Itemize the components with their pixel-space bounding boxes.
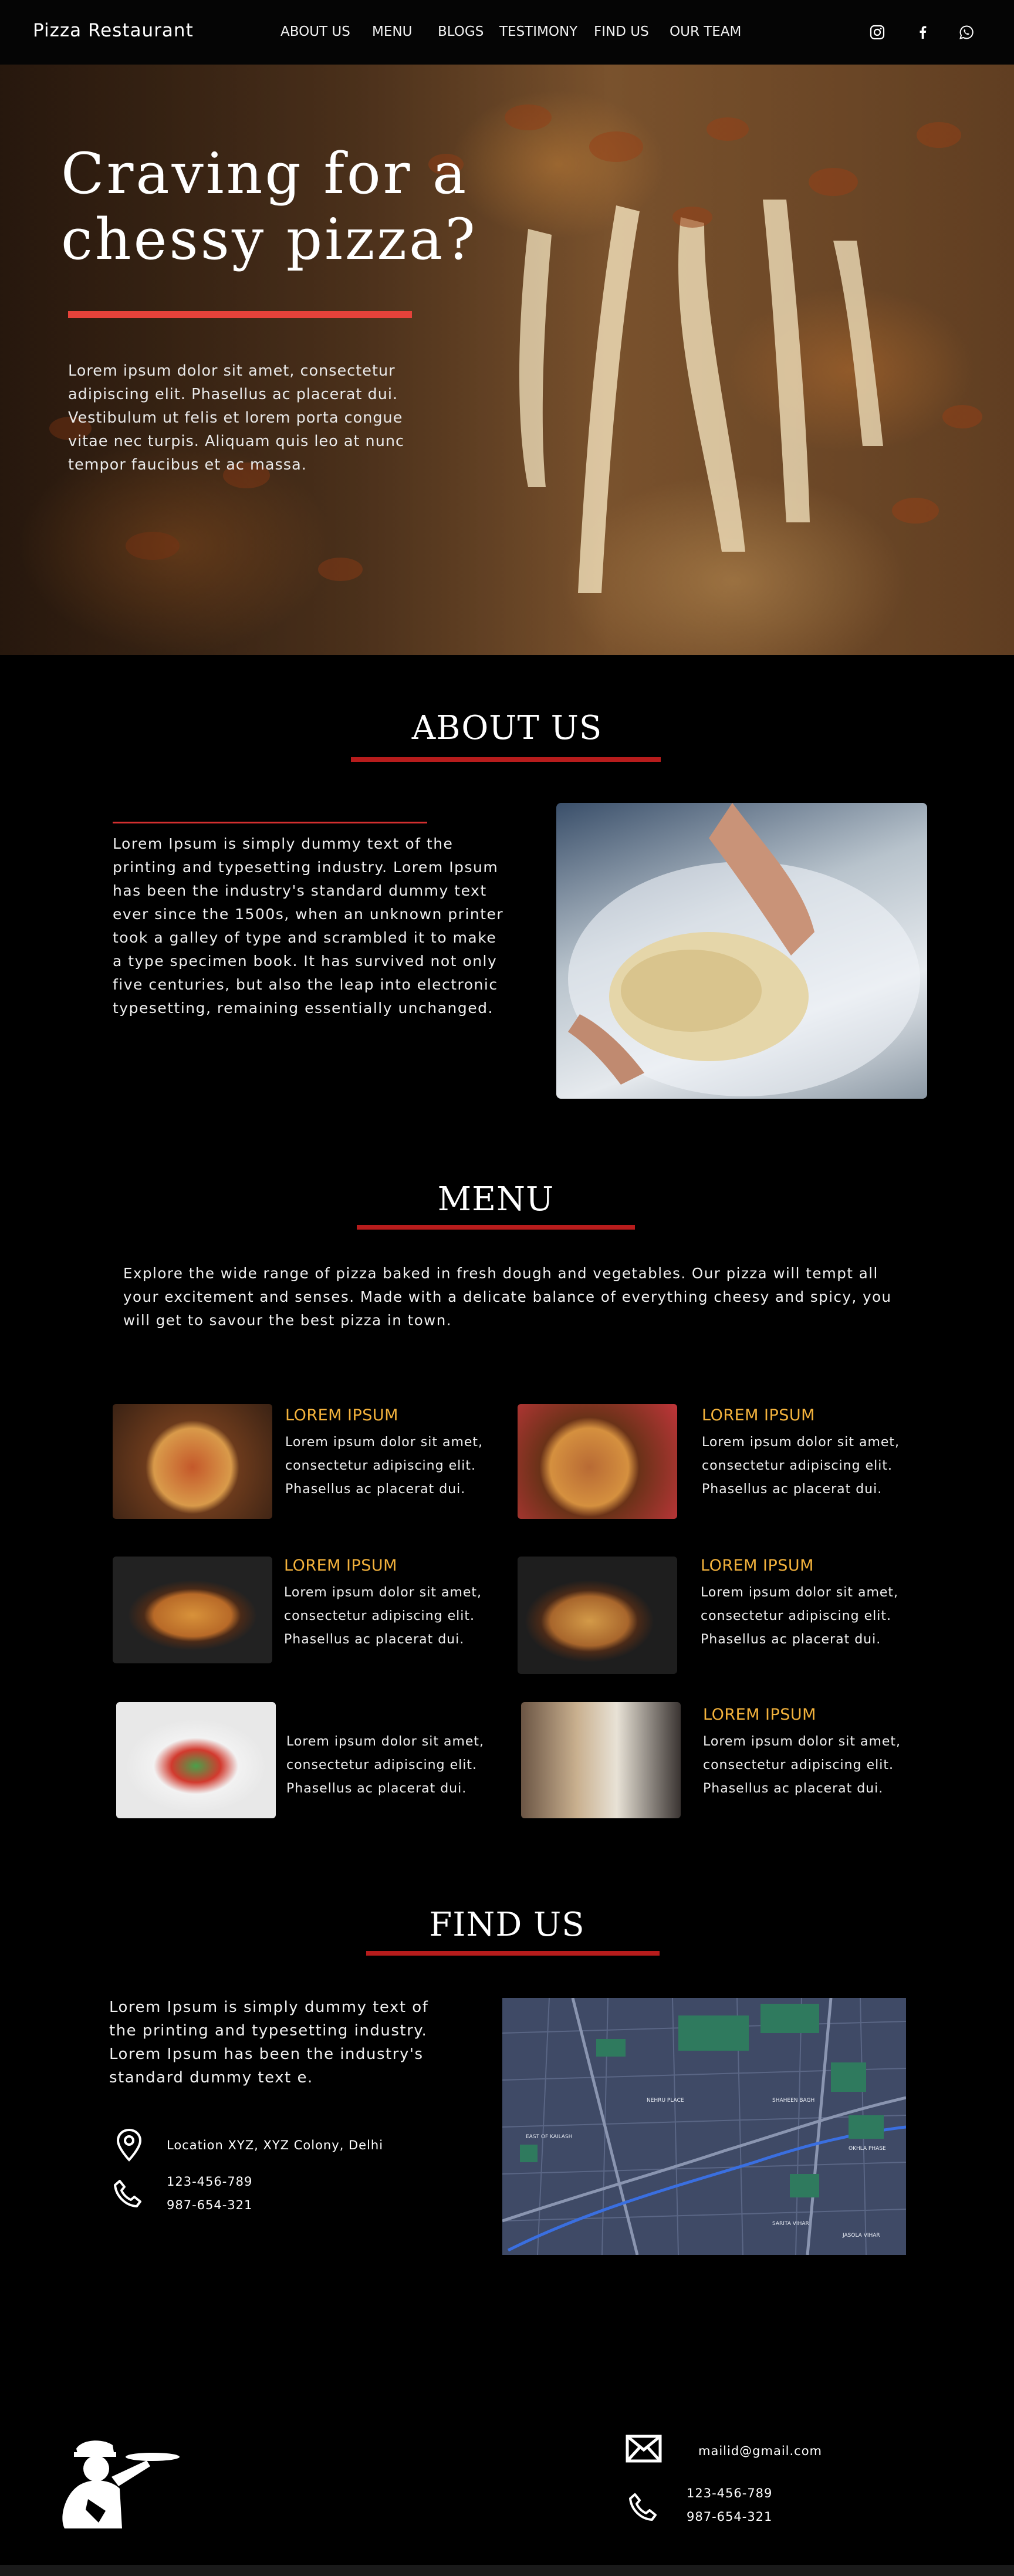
- location-map[interactable]: NEHRU PLACE SHAHEEN BAGH EAST OF KAILASH…: [502, 1998, 906, 2255]
- menu-item-6-description: Lorem ipsum dolor sit amet, consectetur …: [703, 1734, 901, 1796]
- map-label: OKHLA PHASE: [849, 2146, 886, 2152]
- menu-item-5-image[interactable]: [116, 1702, 276, 1818]
- find-us-phone-1[interactable]: 123-456-789: [167, 2175, 252, 2189]
- top-navbar: Pizza Restaurant ABOUT US MENU BLOGS TES…: [0, 0, 1014, 65]
- footer-phone-1[interactable]: 123-456-789: [687, 2486, 772, 2500]
- delivery-waiter-logo: [53, 2435, 182, 2537]
- phone-icon: [113, 2179, 143, 2212]
- map-label: SHAHEEN BAGH: [772, 2098, 815, 2104]
- menu-title-underline: [357, 1225, 635, 1230]
- hero-title: Craving for a chessy pizza?: [61, 141, 478, 272]
- footer-phone-icon: [628, 2492, 658, 2525]
- menu-item-3-image[interactable]: [113, 1557, 272, 1663]
- menu-item-2-description: Lorem ipsum dolor sit amet, consectetur …: [702, 1435, 900, 1497]
- menu-item-4-title: LOREM IPSUM: [701, 1557, 814, 1575]
- map-streets: [502, 1998, 906, 2255]
- menu-title: MENU: [437, 1180, 555, 1218]
- footer-email[interactable]: mailid@gmail.com: [698, 2444, 822, 2458]
- nav-link-testimony[interactable]: TESTIMONY: [499, 24, 577, 39]
- about-title-underline: [351, 757, 661, 762]
- footer-bottom-bar: [0, 2565, 1014, 2576]
- find-us-title: FIND US: [429, 1906, 585, 1944]
- menu-item-2-title: LOREM IPSUM: [702, 1406, 815, 1424]
- facebook-icon[interactable]: [914, 23, 932, 41]
- about-text-underline: [113, 822, 427, 823]
- map-label: JASOLA VIHAR: [843, 2233, 880, 2239]
- hero-description: Lorem ipsum dolor sit amet, consectetur …: [68, 362, 405, 474]
- instagram-icon[interactable]: [868, 23, 886, 41]
- nav-link-about[interactable]: ABOUT US: [280, 24, 350, 39]
- hero-title-line-1: Craving for a: [61, 141, 469, 207]
- menu-item-6-image[interactable]: [521, 1702, 681, 1818]
- menu-item-1-description: Lorem ipsum dolor sit amet, consectetur …: [285, 1435, 484, 1497]
- nav-link-menu[interactable]: MENU: [372, 24, 412, 39]
- find-us-phone-2[interactable]: 987-654-321: [167, 2198, 252, 2212]
- dough-bowl-illustration: [568, 803, 920, 1096]
- location-pin-icon: [115, 2128, 143, 2165]
- menu-item-4-image[interactable]: [518, 1557, 677, 1674]
- brand-logo-text[interactable]: Pizza Restaurant: [33, 20, 194, 41]
- hero-underline: [68, 311, 412, 318]
- menu-item-1-image[interactable]: [113, 1404, 272, 1519]
- menu-item-3-description: Lorem ipsum dolor sit amet, consectetur …: [284, 1585, 482, 1647]
- menu-item-2-image[interactable]: [518, 1404, 677, 1519]
- hero-banner: Craving for a chessy pizza? Lorem ipsum …: [0, 65, 1014, 655]
- find-us-title-underline: [366, 1951, 660, 1956]
- nav-link-blogs[interactable]: BLOGS: [438, 24, 484, 39]
- dough-kneading-photo: [556, 803, 927, 1099]
- map-label: EAST OF KAILASH: [526, 2134, 573, 2140]
- menu-item-6-title: LOREM IPSUM: [703, 1706, 816, 1724]
- footer-phone-2[interactable]: 987-654-321: [687, 2510, 772, 2524]
- menu-item-4-description: Lorem ipsum dolor sit amet, consectetur …: [701, 1585, 899, 1647]
- location-address: Location XYZ, XYZ Colony, Delhi: [167, 2138, 384, 2152]
- menu-item-1-title: LOREM IPSUM: [285, 1406, 398, 1424]
- about-title: ABOUT US: [411, 709, 603, 747]
- find-us-description: Lorem Ipsum is simply dummy text of the …: [109, 1998, 429, 2087]
- map-label: SARITA VIHAR: [772, 2221, 809, 2227]
- menu-item-3-title: LOREM IPSUM: [284, 1557, 397, 1575]
- menu-item-5-description: Lorem ipsum dolor sit amet, consectetur …: [286, 1734, 485, 1796]
- nav-link-find-us[interactable]: FIND US: [594, 24, 649, 39]
- hero-title-line-2: chessy pizza?: [61, 207, 478, 272]
- menu-intro: Explore the wide range of pizza baked in…: [123, 1265, 892, 1329]
- whatsapp-icon[interactable]: [958, 23, 975, 41]
- map-label: NEHRU PLACE: [647, 2098, 684, 2104]
- about-description: Lorem Ipsum is simply dummy text of the …: [113, 835, 504, 1017]
- nav-link-our-team[interactable]: OUR TEAM: [670, 24, 741, 39]
- email-icon: [626, 2435, 662, 2465]
